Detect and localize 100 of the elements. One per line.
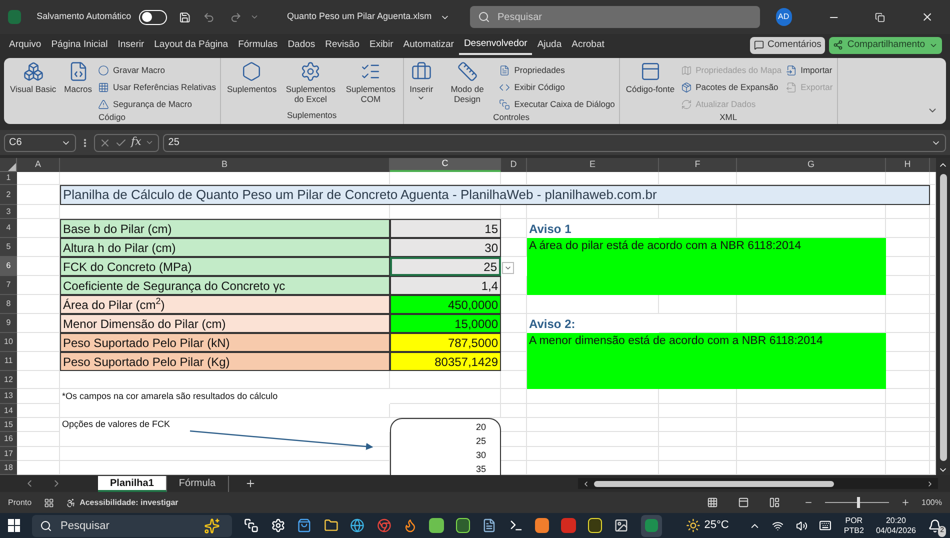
row-header[interactable]: 2 [0, 185, 17, 205]
grid-cell[interactable] [17, 371, 60, 389]
excel-app-icon[interactable] [640, 514, 662, 536]
row-header[interactable]: 7 [0, 276, 17, 295]
parameter-value[interactable]: 450,0000 [390, 295, 501, 314]
comments-button[interactable]: Comentários [750, 36, 826, 54]
restore-icon[interactable] [875, 12, 886, 22]
row-header[interactable]: 1 [0, 172, 17, 185]
grid-cell[interactable] [886, 389, 930, 404]
row-header[interactable]: 14 [0, 404, 17, 418]
ribbon-command[interactable]: Importar [786, 63, 833, 77]
ribbon-button[interactable]: Suplementos COM [342, 61, 399, 104]
menu-tab[interactable]: Fórmulas [233, 35, 283, 55]
terminal-icon[interactable] [508, 518, 524, 533]
column-header[interactable]: G [737, 158, 886, 172]
ribbon-button[interactable]: Visual Basic [8, 61, 58, 94]
temperature[interactable]: 25°C [704, 517, 729, 534]
formula-field[interactable]: 25 [163, 134, 946, 152]
search-field[interactable]: Pesquisar [470, 6, 760, 28]
ribbon-command[interactable]: Exibir Código [499, 80, 615, 94]
column-header[interactable]: C [390, 158, 501, 172]
parameter-value[interactable]: 787,5000 [390, 333, 501, 352]
volume-icon[interactable] [796, 520, 808, 532]
grid-cell[interactable] [527, 447, 659, 461]
menu-tab[interactable]: Exibir [364, 35, 398, 55]
ribbon-button[interactable]: Modo de Design [439, 61, 496, 104]
grid-cell[interactable] [17, 205, 60, 219]
document-icon[interactable] [482, 518, 497, 533]
menu-tab[interactable]: Acrobat [566, 35, 610, 55]
grid-cell[interactable] [501, 418, 527, 432]
grid-cell[interactable] [17, 432, 60, 447]
row-header[interactable]: 3 [0, 205, 17, 219]
menu-tab[interactable]: Layout da Página [149, 35, 234, 55]
row-header[interactable]: 9 [0, 314, 17, 333]
app-icon[interactable] [456, 518, 470, 533]
menu-tab[interactable]: Página Inicial [46, 35, 113, 55]
scroll-left-icon[interactable] [582, 480, 590, 488]
menu-tab[interactable]: Dados [282, 35, 320, 55]
column-header[interactable]: H [886, 158, 930, 172]
parameter-value[interactable]: 15,0000 [390, 314, 501, 333]
image-icon[interactable] [614, 518, 629, 533]
grid-cell[interactable] [886, 295, 930, 314]
grid-cell[interactable] [501, 389, 527, 404]
menu-tab[interactable]: Inserir [112, 35, 150, 55]
ribbon-command[interactable]: Usar Referências Relativas [98, 80, 216, 94]
grid-cell[interactable] [886, 219, 930, 238]
keyboard-layout-label[interactable]: PTB2 [844, 526, 864, 536]
grid-cell[interactable] [659, 447, 737, 461]
zoom-in-icon[interactable] [900, 498, 910, 507]
store-bag-icon[interactable] [297, 518, 312, 533]
keyboard-icon[interactable] [819, 519, 832, 532]
grid-cell[interactable] [886, 418, 930, 432]
normal-view-icon[interactable] [706, 497, 718, 508]
taskbar-search-field[interactable]: Pesquisar [32, 514, 232, 536]
browser-icon[interactable] [402, 518, 418, 533]
vertical-scrollbar[interactable] [936, 158, 950, 475]
row-header[interactable]: 16 [0, 432, 17, 447]
row-header[interactable]: 11 [0, 352, 17, 371]
grid-cell[interactable] [527, 432, 659, 447]
menu-tab[interactable]: Automatizar [398, 35, 459, 55]
grid-cell[interactable] [501, 404, 527, 418]
windows-logo-icon[interactable] [8, 519, 20, 532]
grid-cell[interactable] [737, 404, 886, 418]
app-icon[interactable] [588, 518, 602, 533]
autosave-toggle[interactable] [139, 10, 167, 24]
grid-cell[interactable] [886, 314, 930, 333]
row-header[interactable]: 15 [0, 418, 17, 432]
ribbon-command[interactable]: Executar Caixa de Diálogo [499, 97, 615, 111]
add-sheet-icon[interactable] [244, 478, 256, 489]
folder-icon[interactable] [324, 518, 338, 533]
ribbon-command[interactable]: Gravar Macro [98, 63, 216, 77]
grid-cell[interactable] [886, 447, 930, 461]
gear-icon[interactable] [270, 518, 286, 533]
column-header[interactable]: D [501, 158, 527, 172]
enter-icon[interactable] [115, 136, 127, 148]
app-icon[interactable] [429, 518, 444, 533]
cancel-icon[interactable] [99, 136, 111, 148]
sheet-view-icon[interactable] [44, 498, 54, 508]
insert-function-button[interactable]: fx [131, 134, 142, 151]
grid-cell[interactable] [527, 418, 659, 432]
grid-cell[interactable] [659, 404, 737, 418]
column-header[interactable]: E [527, 158, 659, 172]
user-avatar[interactable]: AD [776, 8, 792, 26]
parameter-value[interactable]: 15 [390, 219, 501, 238]
grid-cell[interactable] [659, 432, 737, 447]
grid-cell[interactable] [886, 404, 930, 418]
ribbon-button[interactable]: Suplementos [225, 61, 279, 94]
row-header[interactable]: 10 [0, 333, 17, 352]
parameter-value[interactable]: 80357,1429 [390, 352, 501, 371]
row-header[interactable]: 5 [0, 238, 17, 257]
grid-cell[interactable] [17, 447, 60, 461]
browser-icon[interactable] [350, 518, 365, 533]
parameter-value[interactable]: 1,4 [390, 276, 501, 295]
menu-tab[interactable]: Arquivo [4, 35, 46, 55]
grid-cell[interactable] [659, 418, 737, 432]
wifi-icon[interactable] [772, 520, 784, 532]
column-header[interactable]: B [60, 158, 390, 172]
zoom-level[interactable]: 100% [922, 496, 942, 508]
language-label[interactable]: POR [845, 516, 863, 526]
save-icon[interactable] [178, 10, 191, 24]
